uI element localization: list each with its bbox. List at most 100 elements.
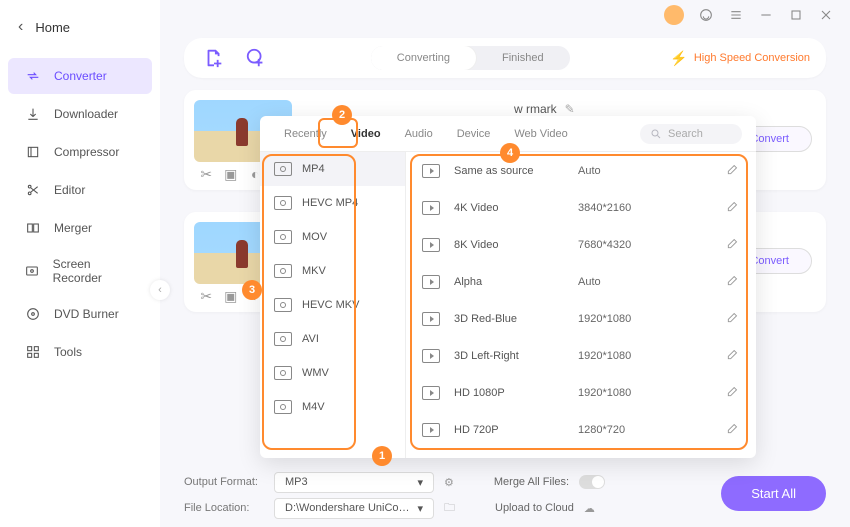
video-icon	[422, 164, 440, 178]
tab-finished[interactable]: Finished	[476, 46, 570, 70]
minimize-icon[interactable]	[758, 7, 774, 23]
file-location-label: File Location:	[184, 502, 264, 514]
merge-icon	[24, 219, 42, 237]
format-icon	[274, 400, 292, 414]
edit-preset-icon[interactable]	[726, 199, 740, 216]
preset-item[interactable]: 4K Video3840*2160	[406, 189, 756, 226]
converter-icon	[24, 67, 42, 85]
preset-item[interactable]: Same as sourceAuto	[406, 152, 756, 189]
toolbar: Converting Finished ⚡High Speed Conversi…	[184, 38, 826, 78]
tab-recently[interactable]: Recently	[274, 120, 337, 148]
preset-item[interactable]: 3D Left-Right1920*1080	[406, 337, 756, 374]
output-format-select[interactable]: MP3▾	[274, 472, 434, 493]
merge-toggle[interactable]	[579, 475, 605, 489]
format-mkv[interactable]: MKV	[260, 254, 405, 288]
preset-list: Same as sourceAuto 4K Video3840*2160 8K …	[406, 152, 756, 458]
chevron-left-icon: ‹	[18, 18, 23, 36]
tools-icon	[24, 343, 42, 361]
video-icon	[422, 423, 440, 437]
upload-cloud-label: Upload to Cloud	[495, 502, 574, 514]
chevron-down-icon: ▾	[417, 502, 423, 515]
sidebar-item-compressor[interactable]: Compressor	[8, 134, 152, 170]
preset-item[interactable]: HD 1080P1920*1080	[406, 374, 756, 411]
edit-preset-icon[interactable]	[726, 273, 740, 290]
scissors-icon	[24, 181, 42, 199]
folder-icon[interactable]: 🗀	[444, 499, 455, 518]
video-icon	[422, 201, 440, 215]
edit-preset-icon[interactable]	[726, 421, 740, 438]
sidebar-item-tools[interactable]: Tools	[8, 334, 152, 370]
home-link[interactable]: ‹ Home	[0, 8, 160, 46]
menu-icon[interactable]	[728, 7, 744, 23]
format-wmv[interactable]: WMV	[260, 356, 405, 390]
sidebar-item-dvd-burner[interactable]: DVD Burner	[8, 296, 152, 332]
cloud-icon[interactable]: ☁	[584, 502, 595, 515]
high-speed-toggle[interactable]: ⚡High Speed Conversion	[670, 50, 810, 67]
edit-name-icon[interactable]: ✎	[565, 102, 575, 116]
format-avi[interactable]: AVI	[260, 322, 405, 356]
merge-label: Merge All Files:	[494, 476, 569, 488]
tab-video[interactable]: Video	[341, 120, 391, 148]
video-icon	[422, 238, 440, 252]
crop-icon[interactable]: ▣	[223, 288, 239, 304]
conversion-tabs: Converting Finished	[371, 46, 570, 70]
preset-item[interactable]: 3D Red-Blue1920*1080	[406, 300, 756, 337]
edit-preset-icon[interactable]	[726, 310, 740, 327]
format-mp4[interactable]: MP4	[260, 152, 405, 186]
format-icon	[274, 298, 292, 312]
gear-icon[interactable]: ⚙	[444, 476, 454, 489]
edit-preset-icon[interactable]	[726, 384, 740, 401]
tab-web-video[interactable]: Web Video	[504, 120, 577, 148]
step-badge-4: 4	[500, 143, 520, 163]
cut-icon[interactable]: ✂	[198, 166, 214, 182]
user-avatar[interactable]	[664, 5, 684, 25]
format-icon	[274, 264, 292, 278]
edit-preset-icon[interactable]	[726, 162, 740, 179]
file-location-select[interactable]: D:\Wondershare UniConverter 1▾	[274, 498, 434, 519]
format-hevc-mp4[interactable]: HEVC MP4	[260, 186, 405, 220]
start-all-button[interactable]: Start All	[721, 476, 826, 511]
format-mov[interactable]: MOV	[260, 220, 405, 254]
tab-converting[interactable]: Converting	[371, 46, 476, 70]
tab-audio[interactable]: Audio	[395, 120, 443, 148]
format-icon	[274, 366, 292, 380]
format-icon	[274, 162, 292, 176]
preset-item[interactable]: HD 720P1280*720	[406, 411, 756, 448]
record-icon	[24, 262, 41, 280]
sidebar-item-editor[interactable]: Editor	[8, 172, 152, 208]
step-badge-3: 3	[242, 280, 262, 300]
video-icon	[422, 275, 440, 289]
format-hevc-mkv[interactable]: HEVC MKV	[260, 288, 405, 322]
sidebar-item-downloader[interactable]: Downloader	[8, 96, 152, 132]
sidebar-item-merger[interactable]: Merger	[8, 210, 152, 246]
edit-preset-icon[interactable]	[726, 347, 740, 364]
sidebar: ‹ Home Converter Downloader Compressor E…	[0, 0, 160, 527]
format-icon	[274, 196, 292, 210]
maximize-icon[interactable]	[788, 7, 804, 23]
format-icon	[274, 332, 292, 346]
add-file-button[interactable]	[200, 44, 228, 72]
search-input[interactable]: Search	[640, 124, 742, 144]
preset-item[interactable]: 8K Video7680*4320	[406, 226, 756, 263]
format-m4v[interactable]: M4V	[260, 390, 405, 424]
edit-preset-icon[interactable]	[726, 236, 740, 253]
output-format-label: Output Format:	[184, 476, 264, 488]
cut-icon[interactable]: ✂	[198, 288, 214, 304]
crop-icon[interactable]: ▣	[223, 166, 239, 182]
preset-item[interactable]: AlphaAuto	[406, 263, 756, 300]
video-title: w rmark✎	[514, 102, 575, 116]
sidebar-item-converter[interactable]: Converter	[8, 58, 152, 94]
home-label: Home	[35, 20, 70, 35]
add-url-button[interactable]	[242, 44, 270, 72]
search-icon	[650, 128, 662, 140]
tab-device[interactable]: Device	[447, 120, 501, 148]
step-badge-2: 2	[332, 105, 352, 125]
support-icon[interactable]	[698, 7, 714, 23]
format-icon	[274, 230, 292, 244]
close-icon[interactable]	[818, 7, 834, 23]
title-bar	[648, 0, 850, 30]
sidebar-item-screen-recorder[interactable]: Screen Recorder	[8, 248, 152, 294]
footer: Output Format: MP3▾ ⚙ Merge All Files: F…	[184, 469, 826, 521]
disc-icon	[24, 305, 42, 323]
download-icon	[24, 105, 42, 123]
